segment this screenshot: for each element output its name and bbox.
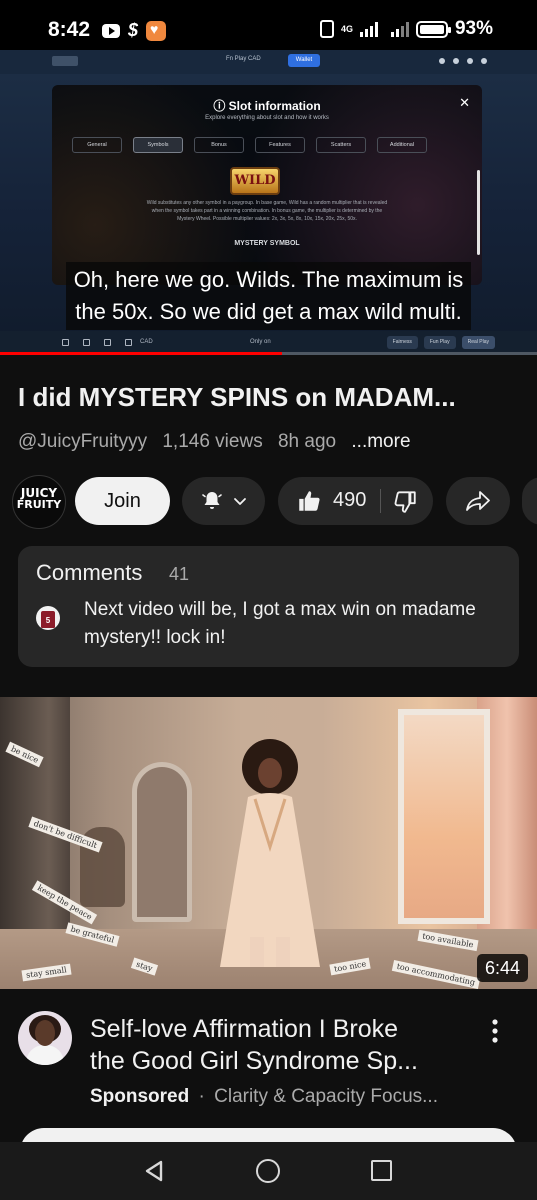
comments-title: Comments xyxy=(36,560,143,585)
like-count: 490 xyxy=(333,489,367,511)
jersey-number: 5 xyxy=(41,611,55,628)
home-icon[interactable] xyxy=(256,1159,280,1183)
video-progress-bar[interactable] xyxy=(0,352,537,355)
game-logo xyxy=(52,56,78,66)
open-door xyxy=(398,709,490,924)
more-actions-button[interactable] xyxy=(522,477,537,525)
fun-play-button: Fun Play xyxy=(423,336,456,349)
status-notification-icons: $ xyxy=(102,20,167,41)
modal-tab: Scatters xyxy=(316,137,366,153)
sponsored-title-line-2: the Good Girl Syndrome Sp... xyxy=(90,1047,418,1075)
game-header-icons xyxy=(439,58,487,64)
kebab-icon[interactable] xyxy=(486,1018,504,1044)
divider xyxy=(380,489,381,513)
game-currency: CAD xyxy=(140,339,153,345)
video-meta[interactable]: @JuicyFruityyy 1,146 views 8h ago ...mor… xyxy=(18,431,411,453)
battery-percent: 93% xyxy=(454,18,493,39)
game-play-buttons: Fairness Fun Play Real Play xyxy=(386,336,495,349)
dollar-app-icon: $ xyxy=(128,20,139,40)
woman-figure xyxy=(220,739,320,967)
system-nav-bar xyxy=(0,1142,537,1200)
upload-age: 8h ago xyxy=(277,431,337,452)
share-icon xyxy=(466,491,490,511)
real-play-button: Real Play xyxy=(461,336,495,349)
video-duration: 6:44 xyxy=(476,954,528,982)
game-only-on: Only on xyxy=(250,339,271,345)
modal-scrollbar xyxy=(477,170,480,255)
modal-tab: Features xyxy=(255,137,305,153)
back-icon[interactable] xyxy=(142,1159,166,1183)
like-dislike-group: 490 xyxy=(278,477,433,525)
status-system-icons: 4G 93% xyxy=(319,18,493,40)
avatar-line-2: FRUITY xyxy=(16,498,62,511)
signal-icon xyxy=(359,21,378,37)
signal-2-icon xyxy=(390,21,409,37)
wild-description: Wild substitutes any other symbol in a p… xyxy=(146,200,388,222)
join-button[interactable]: Join xyxy=(75,477,170,525)
modal-tab: Additional xyxy=(377,137,427,153)
channel-handle: @JuicyFruityyy xyxy=(18,431,148,452)
sponsored-title-line-1: Self-love Affirmation I Broke xyxy=(90,1015,399,1043)
advertiser-name: Clarity & Capacity Focus... xyxy=(214,1086,438,1107)
notifications-button[interactable] xyxy=(182,477,265,525)
network-type: 4G xyxy=(340,23,353,34)
thumbs-down-icon[interactable] xyxy=(392,488,418,514)
commenter-avatar: 5 xyxy=(36,606,60,630)
more-link[interactable]: ...more xyxy=(351,431,410,452)
battery-icon xyxy=(415,20,451,38)
vibrate-icon xyxy=(319,20,334,38)
modal-tabs: General Symbols Bonus Features Scatters … xyxy=(72,137,427,153)
info-icon: ⓘ xyxy=(213,99,229,113)
comments-count: 41 xyxy=(169,564,190,584)
modal-tab: Bonus xyxy=(194,137,244,153)
share-button[interactable] xyxy=(446,477,510,525)
caption-line-2: the 50x. So we did get a max wild multi. xyxy=(75,299,462,324)
game-controls xyxy=(62,339,132,346)
sponsored-title[interactable]: Self-love Affirmation I Broke the Good G… xyxy=(90,1013,475,1077)
sponsored-badge: Sponsored xyxy=(90,1086,190,1107)
advertiser-avatar[interactable] xyxy=(18,1011,72,1065)
bell-icon xyxy=(202,492,222,509)
recent-apps-icon[interactable] xyxy=(371,1160,392,1181)
comments-card[interactable]: Comments 41 5 Next video will be, I got … xyxy=(18,546,519,667)
slot-info-modal: ⓘ Slot information Explore everything ab… xyxy=(52,85,482,285)
view-count: 1,146 views xyxy=(162,431,263,452)
modal-tab: General xyxy=(72,137,122,153)
caption-line-1: Oh, here we go. Wilds. The maximum is xyxy=(73,267,464,292)
modal-subtitle: Explore everything about slot and how it… xyxy=(205,115,329,121)
mystery-symbol-label: MYSTERY SYMBOL xyxy=(234,240,300,247)
heart-app-icon xyxy=(146,20,167,41)
wild-symbol: WILD xyxy=(230,167,280,195)
mirror xyxy=(132,762,192,922)
youtube-notification-icon xyxy=(102,23,120,38)
meta-separator: · xyxy=(198,1086,205,1107)
top-comment: Next video will be, I got a max win on m… xyxy=(84,599,476,648)
game-mode: Fn Play CAD xyxy=(226,56,261,62)
video-caption: Oh, here we go. Wilds. The maximum is the… xyxy=(0,262,537,330)
video-title[interactable]: I did MYSTERY SPINS on MADAM... xyxy=(18,382,523,413)
game-wallet-button: Wallet xyxy=(288,54,320,67)
modal-title: ⓘ Slot information xyxy=(213,99,321,113)
thumbs-up-icon[interactable] xyxy=(296,488,322,514)
channel-avatar[interactable]: JUICY FRUITY xyxy=(12,475,66,529)
status-time: 8:42 xyxy=(48,18,91,41)
sponsored-meta: Sponsored · Clarity & Capacity Focus... xyxy=(90,1086,480,1108)
sponsored-thumbnail[interactable]: be nice don't be difficult keep the peac… xyxy=(0,697,537,989)
game-top-bar: Fn Play CAD Wallet xyxy=(0,50,537,74)
modal-tab-active: Symbols xyxy=(133,137,183,153)
chevron-down-icon xyxy=(234,498,246,505)
video-progress-fill xyxy=(0,352,282,355)
close-icon: ✕ xyxy=(459,95,470,110)
fairness-button: Fairness xyxy=(386,336,418,349)
